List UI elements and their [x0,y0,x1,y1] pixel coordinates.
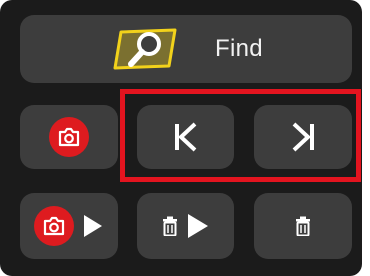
trash-icon [296,216,310,236]
skip-to-end-icon [292,122,314,152]
camera-icon [34,206,74,246]
find-label: Find [215,35,263,62]
delete-button[interactable] [254,193,352,259]
play-icon [187,214,208,238]
delete-and-play-button[interactable] [137,193,234,259]
find-button[interactable]: Find [20,15,352,83]
skip-to-start-icon [174,122,196,152]
screenshot-and-play-button[interactable] [20,193,118,259]
next-button[interactable] [254,105,352,169]
screenshot-button[interactable] [20,105,118,169]
previous-button[interactable] [137,105,234,169]
control-panel: Find [0,0,362,276]
play-icon [84,215,102,237]
camera-icon [49,117,89,157]
trash-icon [162,216,177,236]
find-magnifier-icon [113,28,177,70]
